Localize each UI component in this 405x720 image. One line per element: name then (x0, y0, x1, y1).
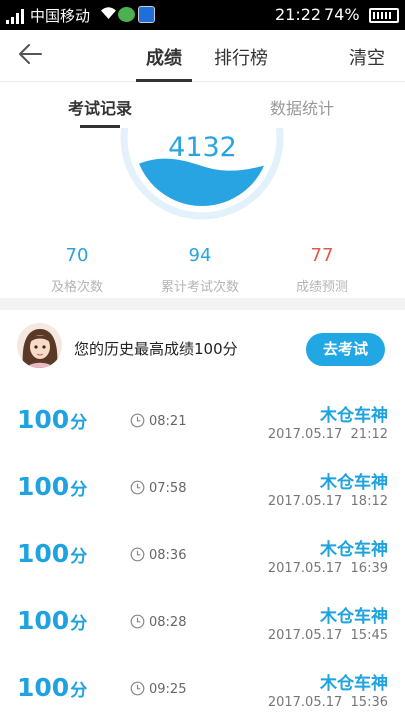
total-score: 4132 (168, 132, 237, 163)
score-value: 100 (17, 472, 70, 501)
duration-value: 08:36 (149, 548, 187, 563)
record-duration: 08:36 (130, 547, 186, 563)
stat-value: 70 (65, 245, 89, 266)
list-item[interactable]: 100分 09:25 木仓车神 2017.05.17 15:36 (0, 658, 405, 720)
score-unit: 分 (70, 547, 88, 567)
score-value: 100 (17, 673, 70, 702)
score-value: 100 (17, 539, 70, 568)
battery-icon (369, 8, 399, 23)
clock-icon (130, 681, 145, 696)
stat-pass-count: 70 及格次数 (12, 245, 142, 295)
clock-icon (130, 547, 145, 562)
score-unit: 分 (70, 413, 88, 433)
stats-row: 70 及格次数 94 累计考试次数 77 成绩预测 (0, 245, 405, 300)
record-date: 2017.05.17 18:12 (267, 494, 388, 509)
record-date: 2017.05.17 16:39 (267, 561, 388, 576)
record-date: 2017.05.17 15:45 (267, 628, 388, 643)
signal-icon (6, 8, 28, 24)
clock-icon (130, 480, 145, 495)
record-duration: 08:21 (130, 413, 186, 429)
score-value: 100 (17, 606, 70, 635)
record-user-name: 木仓车神 (320, 540, 388, 560)
list-item[interactable]: 100分 08:21 木仓车神 2017.05.17 21:12 (0, 390, 405, 457)
tab-score[interactable]: 成绩 (146, 44, 182, 70)
stat-label: 及格次数 (50, 280, 103, 295)
record-date: 2017.05.17 15:36 (267, 695, 388, 710)
clock-icon (130, 413, 145, 428)
list-item[interactable]: 100分 08:28 木仓车神 2017.05.17 15:45 (0, 591, 405, 658)
battery-percent: 74% (324, 5, 360, 24)
duration-value: 09:25 (149, 682, 187, 697)
tab-ranking[interactable]: 排行榜 (214, 44, 268, 70)
record-user-name: 木仓车神 (320, 607, 388, 627)
back-arrow-icon (19, 44, 42, 64)
duration-value: 08:21 (149, 414, 187, 429)
stat-value: 77 (310, 245, 334, 266)
best-score-row: 您的历史最高成绩100分 去考试 (0, 310, 405, 390)
top-nav: 成绩 排行榜 清空 (0, 30, 405, 82)
best-score-text: 您的历史最高成绩100分 (74, 340, 238, 358)
carrier-label: 中国移动 (30, 7, 91, 25)
score-value: 100 (17, 405, 70, 434)
record-score: 100分 (17, 472, 87, 501)
stat-label: 成绩预测 (295, 280, 348, 295)
record-score: 100分 (17, 673, 87, 702)
score-unit: 分 (70, 480, 88, 500)
wifi-icon (100, 6, 117, 24)
list-item[interactable]: 100分 08:36 木仓车神 2017.05.17 16:39 (0, 524, 405, 591)
score-unit: 分 (70, 681, 88, 701)
section-divider (0, 298, 405, 310)
record-duration: 09:25 (130, 681, 186, 697)
stat-score-prediction: 77 成绩预测 (257, 245, 387, 295)
record-score: 100分 (17, 539, 87, 568)
record-duration: 07:58 (130, 480, 186, 496)
back-button[interactable] (16, 40, 52, 72)
clear-button[interactable]: 清空 (349, 44, 385, 70)
app-notification-icon (138, 6, 155, 23)
clock-icon (130, 614, 145, 629)
status-bar: 中国移动 21:22 74% (0, 0, 405, 30)
score-unit: 分 (70, 614, 88, 634)
record-score: 100分 (17, 606, 87, 635)
stat-total-exams: 94 累计考试次数 (135, 245, 265, 295)
subtab-data-stats[interactable]: 数据统计 (270, 95, 334, 119)
record-duration: 08:28 (130, 614, 186, 630)
clock-time: 21:22 (275, 5, 322, 24)
avatar (17, 323, 62, 368)
wechat-notification-icon (118, 7, 135, 22)
stat-label: 累计考试次数 (160, 280, 239, 295)
duration-value: 08:28 (149, 615, 187, 630)
record-score: 100分 (17, 405, 87, 434)
duration-value: 07:58 (149, 481, 187, 496)
stat-value: 94 (188, 245, 212, 266)
go-exam-button[interactable]: 去考试 (306, 333, 385, 366)
record-user-name: 木仓车神 (320, 473, 388, 493)
record-user-name: 木仓车神 (320, 406, 388, 426)
subtab-exam-records[interactable]: 考试记录 (68, 95, 132, 119)
sub-tabs: 考试记录 数据统计 (0, 82, 405, 128)
record-user-name: 木仓车神 (320, 674, 388, 694)
record-date: 2017.05.17 21:12 (267, 427, 388, 442)
list-item[interactable]: 100分 07:58 木仓车神 2017.05.17 18:12 (0, 457, 405, 524)
